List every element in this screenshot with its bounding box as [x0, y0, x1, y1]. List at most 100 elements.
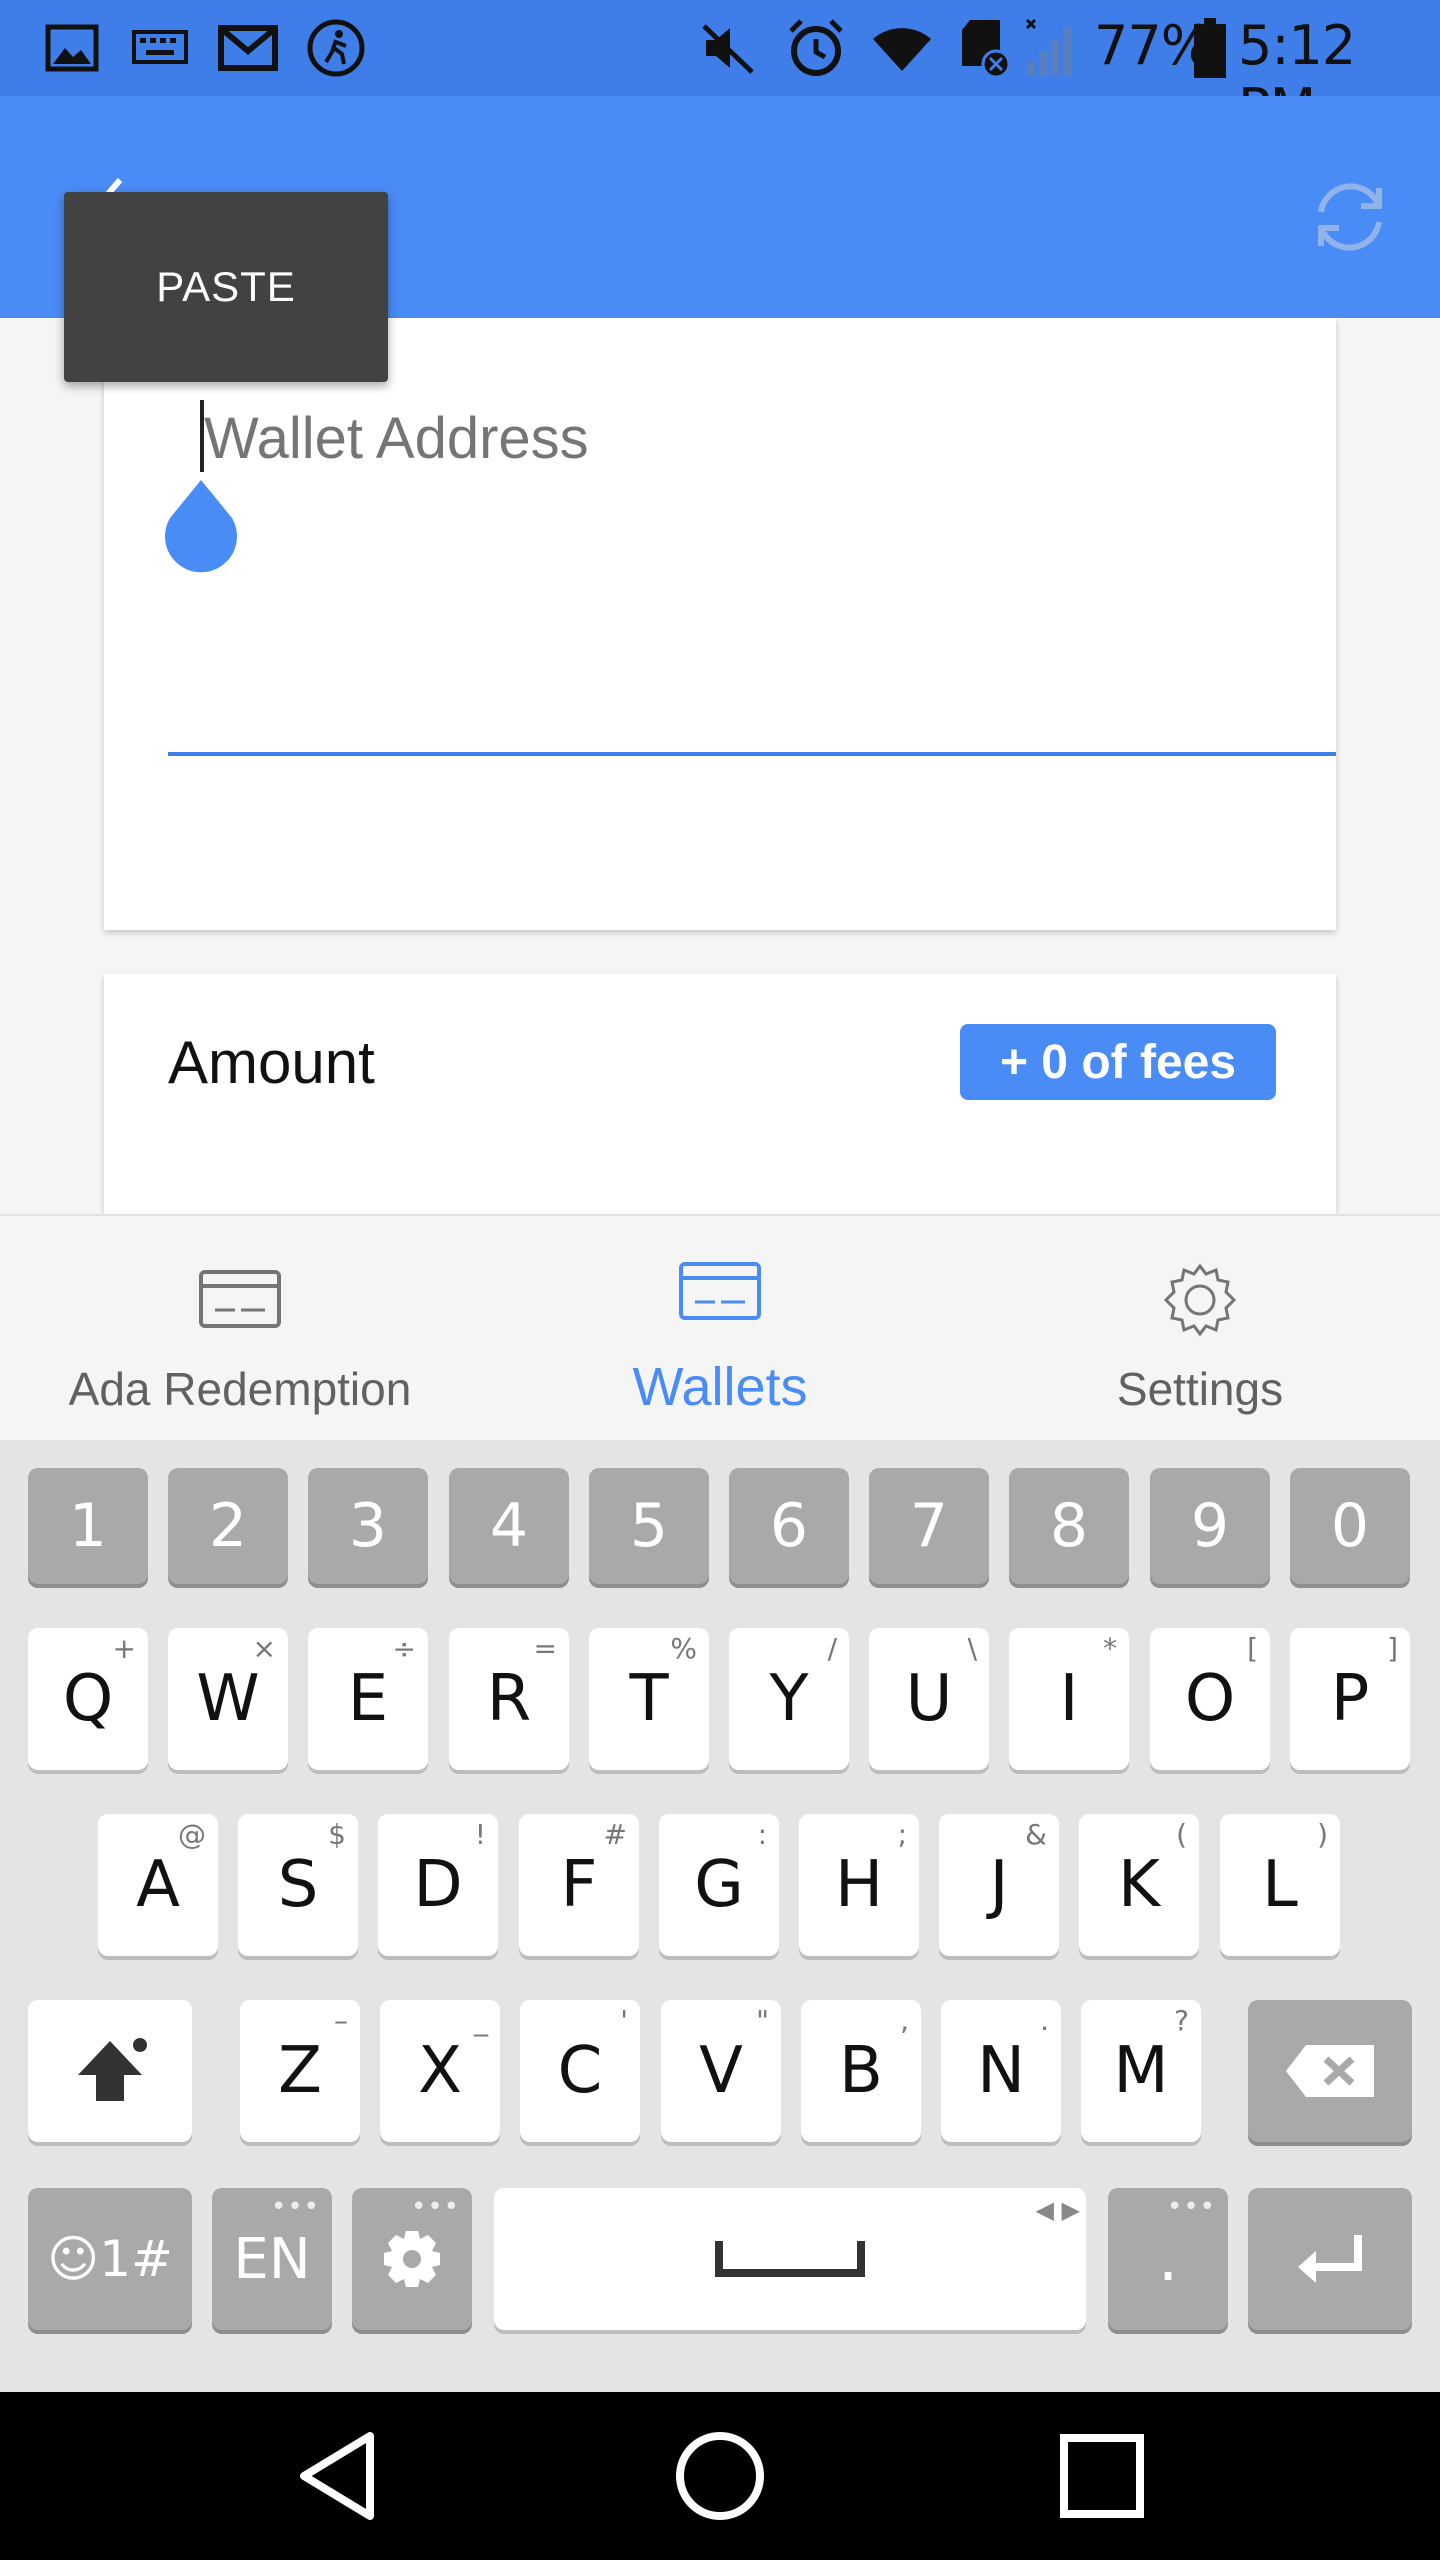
alt-symbol: + — [112, 1632, 136, 1665]
number-key[interactable]: 9 — [1150, 1468, 1270, 1584]
alt-symbol: [ — [1247, 1632, 1258, 1665]
alt-symbol: _ — [474, 2004, 488, 2037]
alt-symbol: # — [603, 1818, 627, 1851]
number-key[interactable]: 1 — [28, 1468, 148, 1584]
key-label: Z — [278, 2034, 322, 2108]
wallet-address-input[interactable] — [204, 398, 1336, 478]
letter-key[interactable]: × W — [168, 1628, 288, 1770]
letter-key[interactable]: ? M — [1081, 2000, 1201, 2142]
letter-key[interactable]: _ X — [380, 2000, 500, 2142]
number-key[interactable]: 0 — [1290, 1468, 1410, 1584]
key-label: E — [347, 1662, 389, 1736]
alt-symbol: ; — [897, 1818, 907, 1851]
key-label: L — [1262, 1848, 1298, 1922]
letter-key[interactable]: ,B — [801, 2000, 921, 2142]
alt-symbol: : — [757, 1818, 767, 1851]
paste-button[interactable]: PASTE — [64, 192, 388, 382]
text-cursor — [200, 400, 204, 472]
key-label: D — [413, 1848, 463, 1922]
keyboard-settings-key[interactable]: ••• — [352, 2188, 472, 2330]
number-key[interactable]: 3 — [308, 1468, 428, 1584]
key-label: M — [1113, 2034, 1169, 2108]
shift-key[interactable] — [28, 2000, 192, 2142]
emoji-symbols-key[interactable]: ☺1# — [28, 2188, 192, 2330]
letter-key[interactable]: @ A — [98, 1814, 218, 1956]
alt-symbol: % — [670, 1632, 697, 1665]
status-bar: 77% 5:12 PM — [0, 0, 1440, 140]
alt-symbol: ÷ — [392, 1632, 416, 1665]
refresh-icon[interactable] — [1305, 172, 1395, 262]
nav-label: Settings — [1116, 1363, 1284, 1415]
key-label: S — [277, 1848, 319, 1922]
alt-symbol: / — [827, 1632, 837, 1665]
home-icon[interactable] — [670, 2426, 770, 2526]
letter-key[interactable]: * I — [1009, 1628, 1129, 1770]
address-card — [104, 318, 1336, 930]
key-label: R — [486, 1662, 532, 1736]
nav-label: Wallets — [632, 1357, 808, 1417]
key-label: T — [629, 1662, 669, 1736]
period-key[interactable]: ••• . — [1108, 2188, 1228, 2330]
letter-key[interactable]: ÷ E — [308, 1628, 428, 1770]
key-label: W — [196, 1662, 260, 1736]
alt-symbol: & — [1025, 1818, 1047, 1851]
text-selection-handle[interactable] — [160, 478, 242, 574]
space-key[interactable]: ◀ ▶ — [494, 2188, 1086, 2330]
alt-symbol: . — [1040, 2004, 1049, 2037]
bottom-navigation: Ada Redemption Wallets Settings — [0, 1214, 1440, 1440]
letter-key[interactable]: \ U — [869, 1628, 989, 1770]
send-screen: 77% 5:12 PM Amount + 0 of fees PASTE — [0, 0, 1440, 2560]
letter-key[interactable]: ; H — [799, 1814, 919, 1956]
nav-item-wallets[interactable]: Wallets — [480, 1216, 960, 1442]
period-key-label: . — [1157, 2222, 1179, 2296]
letter-key[interactable]: / Y — [729, 1628, 849, 1770]
letter-key[interactable]: ! D — [378, 1814, 498, 1956]
number-key[interactable]: 7 — [869, 1468, 989, 1584]
sd-card-icon — [956, 18, 1012, 78]
number-key[interactable]: 8 — [1009, 1468, 1129, 1584]
number-key[interactable]: 2 — [168, 1468, 288, 1584]
alt-symbol: ! — [474, 1818, 486, 1851]
key-label: P — [1330, 1662, 1370, 1736]
number-key[interactable]: 4 — [449, 1468, 569, 1584]
letter-key[interactable]: :G — [659, 1814, 779, 1956]
alt-symbol: ( — [1176, 1818, 1187, 1851]
alt-symbol: , — [900, 2004, 909, 2037]
key-label: Q — [62, 1662, 114, 1736]
letter-key[interactable]: + Q — [28, 1628, 148, 1770]
gmail-icon — [216, 18, 280, 78]
recents-icon[interactable] — [1052, 2426, 1152, 2526]
key-label: X — [418, 2034, 462, 2108]
key-label: O — [1184, 1662, 1236, 1736]
letter-key[interactable]: ] P — [1290, 1628, 1410, 1770]
letter-key[interactable]: & J — [939, 1814, 1059, 1956]
letter-key[interactable]: = R — [449, 1628, 569, 1770]
letter-key[interactable]: ' C — [520, 2000, 640, 2142]
letter-key[interactable]: # F — [519, 1814, 639, 1956]
letter-key[interactable]: $ S — [238, 1814, 358, 1956]
key-label: K — [1118, 1848, 1160, 1922]
nav-item-ada-redemption[interactable]: Ada Redemption — [0, 1216, 480, 1442]
number-key[interactable]: 5 — [589, 1468, 709, 1584]
letter-key[interactable]: " V — [661, 2000, 781, 2142]
language-key[interactable]: ••• EN — [212, 2188, 332, 2330]
alt-symbol: ) — [1317, 1818, 1328, 1851]
amount-card: Amount + 0 of fees — [104, 974, 1336, 1214]
back-icon[interactable] — [290, 2426, 390, 2526]
letter-key[interactable]: – Z — [240, 2000, 360, 2142]
system-navigation-bar — [0, 2392, 1440, 2560]
letter-key[interactable]: (K — [1079, 1814, 1199, 1956]
letter-key[interactable]: ) L — [1220, 1814, 1340, 1956]
key-label: N — [977, 2034, 1025, 2108]
alt-symbol: \ — [967, 1632, 977, 1665]
more-dots-icon: ••• — [410, 2192, 460, 2222]
enter-key[interactable] — [1248, 2188, 1412, 2330]
letter-key[interactable]: % T — [589, 1628, 709, 1770]
letter-key[interactable]: .N — [941, 2000, 1061, 2142]
number-key[interactable]: 6 — [729, 1468, 849, 1584]
gear-icon — [1155, 1260, 1245, 1340]
letter-key[interactable]: [O — [1150, 1628, 1270, 1770]
gallery-icon — [42, 18, 102, 78]
backspace-key[interactable] — [1248, 2000, 1412, 2142]
nav-item-settings[interactable]: Settings — [960, 1216, 1440, 1442]
